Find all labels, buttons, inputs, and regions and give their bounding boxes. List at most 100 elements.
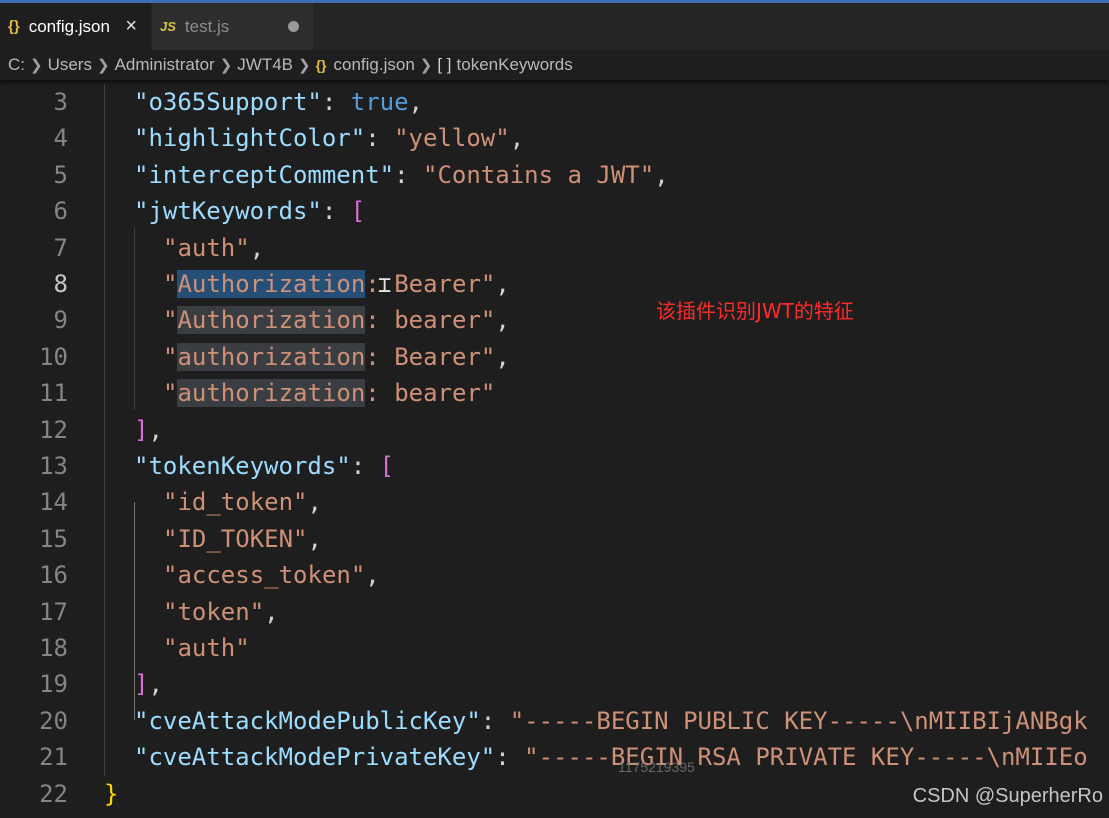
brace: } (104, 779, 119, 808)
code-line: 6 "jwtKeywords": [ (0, 193, 1109, 229)
json-file-icon: {} (315, 57, 327, 73)
json-boolean: true (350, 88, 409, 116)
json-string: : bearer" (365, 379, 496, 408)
code-editor[interactable]: 3 "o365Support": true, 4 "highlightColor… (0, 84, 1109, 818)
code-line: 3 "o365Support": true, (0, 84, 1109, 120)
code-line: 15 "ID_TOKEN", (0, 521, 1109, 557)
breadcrumb-file[interactable]: config.json (334, 55, 415, 75)
code-line: 11 "authorization: bearer" (0, 375, 1109, 411)
punct: , (509, 124, 525, 153)
breadcrumb: C: ❯ Users ❯ Administrator ❯ JWT4B ❯ {} … (0, 50, 1109, 80)
punct: , (264, 597, 279, 626)
code-line: 21 "cveAttackModePrivateKey": "-----BEGI… (0, 739, 1109, 775)
json-key: "interceptComment" (134, 160, 395, 189)
punct: : (480, 706, 510, 735)
chevron-right-icon: ❯ (298, 57, 311, 74)
json-string: " (163, 270, 178, 298)
line-number: 16 (39, 561, 68, 590)
json-string: : Bearer" (365, 342, 496, 371)
code-line: 13 "tokenKeywords": [ (0, 448, 1109, 484)
line-number: 20 (39, 706, 68, 735)
punct: , (495, 342, 510, 371)
line-number: 17 (39, 597, 68, 626)
tab-label: test.js (184, 16, 230, 36)
code-line: 20 "cveAttackModePublicKey": "-----BEGIN… (0, 703, 1109, 739)
close-icon[interactable]: × (125, 15, 137, 38)
unsaved-dot-icon[interactable] (288, 21, 299, 32)
punct: , (249, 233, 265, 262)
bracket: ] (134, 415, 149, 444)
line-number: 13 (39, 452, 68, 480)
text-cursor-icon: ⌶ (378, 273, 392, 298)
punct: , (495, 306, 510, 335)
tab-test-js[interactable]: JS test.js (152, 3, 314, 50)
code-line: 7 "auth", (0, 230, 1109, 266)
json-string: "Contains a JWT" (423, 160, 655, 189)
json-string: : bearer" (365, 306, 496, 335)
line-number: 4 (53, 124, 68, 153)
line-number: 14 (39, 488, 68, 517)
json-string: " (163, 342, 178, 371)
bracket: ] (134, 670, 149, 699)
tab-config-json[interactable]: {} config.json × (0, 3, 152, 50)
chevron-right-icon: ❯ (30, 57, 43, 74)
json-string: "ID_TOKEN" (163, 524, 308, 553)
json-string: "-----BEGIN PUBLIC KEY-----\nMIIBIjANBgk (509, 706, 1088, 735)
json-key: "cveAttackModePrivateKey" (134, 743, 496, 772)
code-line: 17 "token", (0, 594, 1109, 630)
line-number: 12 (39, 415, 68, 444)
code-line: 9 "Authorization: bearer", (0, 302, 1109, 338)
punct: : (321, 88, 351, 116)
code-line-current: 8 "Authorization: Bearer", (0, 266, 1109, 302)
line-number: 9 (53, 306, 68, 335)
punct: , (148, 670, 163, 699)
line-number: 8 (53, 270, 68, 298)
json-string: "yellow" (394, 124, 510, 153)
json-string: "auth" (163, 233, 250, 262)
line-number: 3 (53, 88, 68, 116)
watermark-id: 1175219395 (618, 759, 695, 775)
punct: , (148, 415, 163, 444)
watermark-csdn: CSDN @SuperherRo (912, 785, 1103, 807)
chevron-right-icon: ❯ (419, 57, 433, 74)
code-line: 5 "interceptComment": "Contains a JWT", (0, 157, 1109, 193)
code-line: 4 "highlightColor": "yellow", (0, 120, 1109, 156)
code-line: 19 ], (0, 666, 1109, 702)
breadcrumb-drive[interactable]: C: (8, 55, 25, 75)
json-key: "o365Support" (134, 88, 322, 116)
line-number: 6 (53, 197, 68, 226)
line-number: 15 (39, 524, 68, 553)
json-string: " (163, 379, 178, 408)
punct: : (394, 160, 423, 189)
punct: , (495, 270, 510, 298)
breadcrumb-symbol[interactable]: tokenKeywords (457, 55, 573, 75)
line-number: 19 (39, 670, 68, 699)
annotation-text: 该插件识别JWT的特征 (656, 299, 854, 323)
line-number: 5 (53, 160, 68, 189)
breadcrumb-users[interactable]: Users (48, 55, 92, 75)
punct: : (365, 124, 395, 153)
code-line: 10 "authorization: Bearer", (0, 339, 1109, 375)
json-key: "cveAttackModePublicKey" (134, 706, 481, 735)
bracket: [ (350, 197, 366, 226)
chevron-right-icon: ❯ (219, 57, 233, 74)
line-number: 10 (39, 342, 68, 371)
tab-bar: {} config.json × JS test.js (0, 0, 1109, 50)
line-number: 11 (39, 379, 68, 408)
code-line: 18 "auth" (0, 630, 1109, 666)
line-number: 7 (53, 233, 68, 262)
punct: : (495, 743, 525, 772)
punct: : (350, 452, 380, 480)
chevron-right-icon: ❯ (96, 57, 110, 74)
breadcrumb-administrator[interactable]: Administrator (115, 55, 215, 75)
match-highlight: authorization (177, 379, 366, 408)
punct: : (321, 197, 351, 226)
tab-label: config.json (28, 16, 110, 36)
line-number: 21 (39, 743, 68, 772)
code-line: 14 "id_token", (0, 484, 1109, 520)
punct: , (408, 88, 423, 116)
code-line: 12 ], (0, 412, 1109, 448)
json-file-icon: {} (8, 18, 20, 35)
breadcrumb-project[interactable]: JWT4B (237, 55, 293, 75)
json-key: "tokenKeywords" (134, 452, 351, 480)
